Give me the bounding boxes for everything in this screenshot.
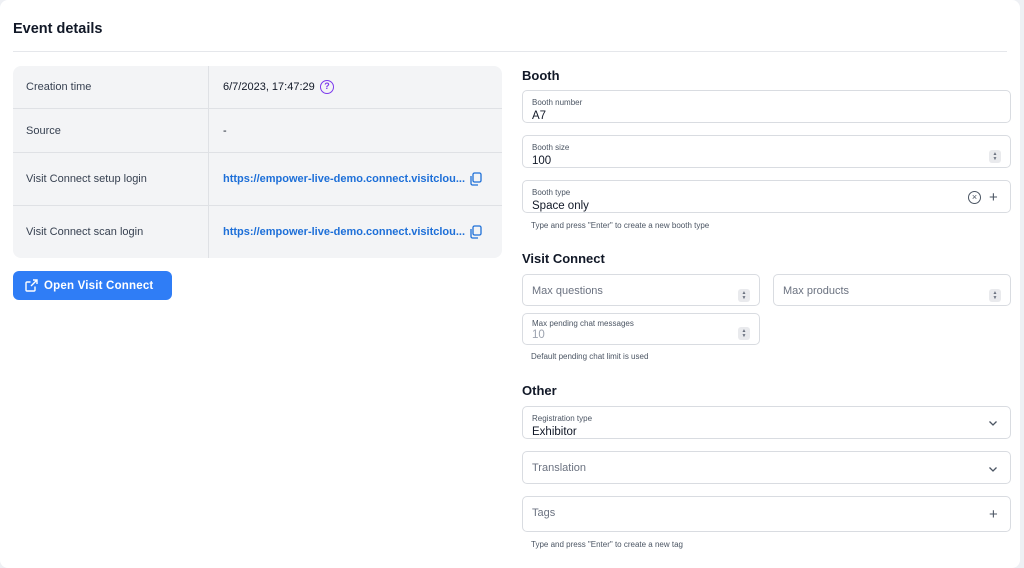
max-pending-chat-stepper[interactable]: ▲ ▼ — [738, 327, 750, 340]
external-link-icon — [25, 279, 38, 292]
info-row-setup-login: Visit Connect setup login https://empowe… — [13, 153, 502, 206]
column-divider — [208, 153, 209, 205]
copy-icon[interactable] — [469, 225, 483, 239]
info-label: Source — [26, 125, 61, 137]
info-label: Visit Connect setup login — [26, 173, 147, 185]
event-details-card: Event details Creation time 6/7/2023, 17… — [0, 0, 1020, 568]
booth-number-value: A7 — [532, 110, 547, 122]
info-label: Visit Connect scan login — [26, 226, 144, 238]
info-row-scan-login: Visit Connect scan login https://empower… — [13, 206, 502, 258]
add-booth-type-icon[interactable]: + — [989, 190, 998, 205]
title-divider — [13, 51, 1007, 52]
max-pending-chat-value: 10 — [532, 329, 545, 341]
max-questions-placeholder: Max questions — [532, 285, 603, 297]
column-divider — [208, 66, 209, 108]
registration-type-value: Exhibitor — [532, 426, 577, 438]
translation-placeholder: Translation — [532, 462, 587, 474]
field-label: Registration type — [532, 414, 593, 423]
info-label: Creation time — [26, 81, 92, 93]
tags-field[interactable]: Tags + — [522, 496, 1011, 532]
scan-login-link[interactable]: https://empower-live-demo.connect.visitc… — [223, 226, 465, 238]
booth-size-stepper[interactable]: ▲ ▼ — [989, 150, 1001, 163]
booth-type-helper: Type and press "Enter" to create a new b… — [531, 221, 710, 230]
max-pending-chat-helper: Default pending chat limit is used — [531, 352, 649, 361]
max-products-placeholder: Max products — [783, 285, 850, 297]
max-products-field[interactable]: Max products ▲ ▼ — [773, 274, 1011, 306]
field-label: Booth type — [532, 188, 571, 197]
translation-select[interactable]: Translation — [522, 451, 1011, 484]
other-heading: Other — [522, 383, 557, 398]
column-divider — [208, 109, 209, 152]
info-table: Creation time 6/7/2023, 17:47:29 ? Sourc… — [13, 66, 502, 258]
tags-helper: Type and press "Enter" to create a new t… — [531, 540, 683, 549]
field-label: Max pending chat messages — [532, 319, 634, 328]
booth-number-field[interactable]: Booth number A7 — [522, 90, 1011, 123]
field-label: Booth number — [532, 98, 583, 107]
add-tag-icon[interactable]: + — [989, 507, 998, 522]
info-row-source: Source - — [13, 109, 502, 153]
stepper-down-icon[interactable]: ▼ — [993, 295, 998, 301]
registration-type-select[interactable]: Registration type Exhibitor — [522, 406, 1011, 439]
max-pending-chat-field[interactable]: Max pending chat messages 10 ▲ ▼ — [522, 313, 760, 345]
stepper-down-icon[interactable]: ▼ — [993, 156, 998, 162]
booth-heading: Booth — [522, 68, 560, 83]
field-label: Booth size — [532, 143, 570, 152]
creation-time-value: 6/7/2023, 17:47:29 — [223, 81, 315, 93]
chevron-down-icon[interactable] — [988, 464, 998, 474]
open-visit-connect-button[interactable]: Open Visit Connect — [13, 271, 172, 300]
source-value: - — [223, 125, 227, 137]
clear-icon[interactable]: × — [968, 191, 981, 204]
max-products-stepper[interactable]: ▲ ▼ — [989, 289, 1001, 302]
copy-icon[interactable] — [469, 172, 483, 186]
setup-login-link[interactable]: https://empower-live-demo.connect.visitc… — [223, 173, 465, 185]
booth-size-field[interactable]: Booth size 100 ▲ ▼ — [522, 135, 1011, 168]
max-questions-stepper[interactable]: ▲ ▼ — [738, 289, 750, 302]
stepper-down-icon[interactable]: ▼ — [742, 333, 747, 339]
chevron-down-icon[interactable] — [988, 418, 998, 428]
help-icon[interactable]: ? — [320, 80, 334, 94]
page-title: Event details — [13, 21, 103, 37]
booth-type-field[interactable]: Booth type Space only × + — [522, 180, 1011, 213]
info-row-creation-time: Creation time 6/7/2023, 17:47:29 ? — [13, 66, 502, 109]
open-visit-connect-label: Open Visit Connect — [44, 279, 154, 292]
max-questions-field[interactable]: Max questions ▲ ▼ — [522, 274, 760, 306]
column-divider — [208, 206, 209, 258]
booth-size-value: 100 — [532, 155, 552, 167]
tags-placeholder: Tags — [532, 507, 556, 519]
booth-type-value: Space only — [532, 200, 589, 212]
stepper-down-icon[interactable]: ▼ — [742, 295, 747, 301]
visit-connect-heading: Visit Connect — [522, 251, 605, 266]
